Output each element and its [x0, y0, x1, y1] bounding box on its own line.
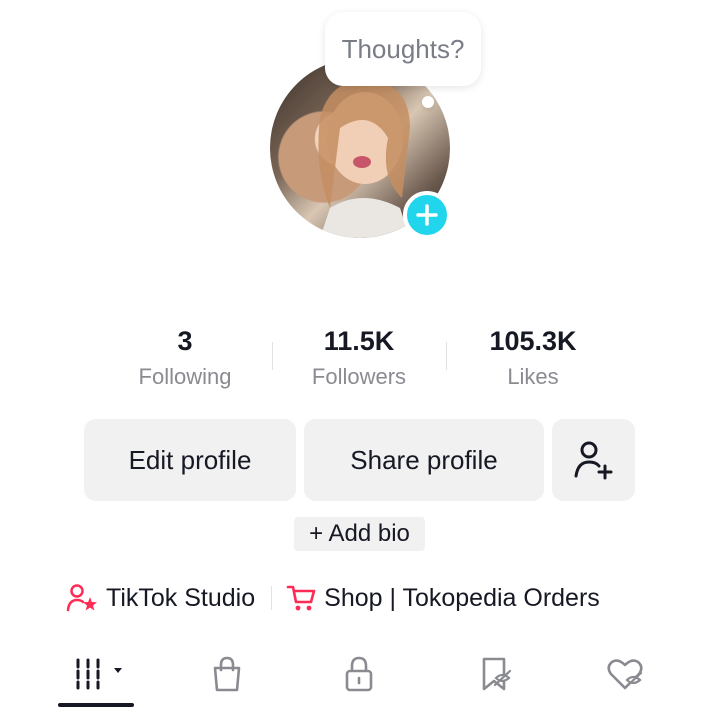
- following-count: 3: [177, 326, 193, 356]
- thoughts-bubble[interactable]: Thoughts?: [325, 12, 481, 86]
- profile-stats: 3 Following 11.5K Followers 105.3K Likes: [98, 322, 620, 390]
- creator-studio-icon: [66, 584, 97, 612]
- shopping-bag-icon: [213, 656, 241, 692]
- grid-dropdown-icon: [76, 658, 122, 690]
- thoughts-text: Thoughts?: [341, 33, 465, 64]
- tiktok-studio-link[interactable]: TikTok Studio: [66, 583, 255, 613]
- heart-hidden-icon: [607, 659, 643, 690]
- share-profile-button[interactable]: Share profile: [304, 419, 544, 501]
- stat-likes[interactable]: 105.3K Likes: [446, 322, 620, 390]
- add-user-icon: [574, 441, 612, 480]
- tab-videos[interactable]: [66, 650, 126, 698]
- content-tabs: [0, 650, 720, 706]
- add-bio-button[interactable]: + Add bio: [294, 517, 425, 551]
- tiktok-studio-label: TikTok Studio: [106, 583, 256, 612]
- bubble-tail: [422, 96, 434, 108]
- tab-reposts[interactable]: [464, 650, 524, 698]
- stat-divider: [272, 342, 273, 370]
- active-tab-indicator: [58, 703, 134, 707]
- profile-links: TikTok Studio Shop | Tokopedia Orders: [66, 580, 600, 616]
- link-separator: [271, 586, 273, 610]
- bookmark-hidden-icon: [482, 657, 512, 691]
- plus-icon: [416, 204, 438, 226]
- following-label: Following: [138, 364, 232, 389]
- shop-orders-label: Shop | Tokopedia Orders: [324, 583, 600, 612]
- tab-shop[interactable]: [197, 650, 257, 698]
- tab-private[interactable]: [329, 650, 389, 698]
- lock-icon: [345, 656, 373, 692]
- followers-count: 11.5K: [323, 326, 395, 356]
- followers-label: Followers: [311, 364, 407, 389]
- likes-label: Likes: [507, 364, 559, 389]
- likes-count: 105.3K: [489, 326, 577, 356]
- shop-orders-link[interactable]: Shop | Tokopedia Orders: [286, 584, 600, 613]
- tab-liked[interactable]: [595, 650, 655, 698]
- cart-icon: [286, 585, 316, 611]
- stat-divider: [446, 342, 447, 370]
- add-friends-button[interactable]: [552, 419, 635, 501]
- edit-profile-button[interactable]: Edit profile: [84, 419, 296, 501]
- stat-following[interactable]: 3 Following: [98, 322, 272, 390]
- stat-followers[interactable]: 11.5K Followers: [272, 322, 446, 390]
- add-story-button[interactable]: [403, 191, 451, 239]
